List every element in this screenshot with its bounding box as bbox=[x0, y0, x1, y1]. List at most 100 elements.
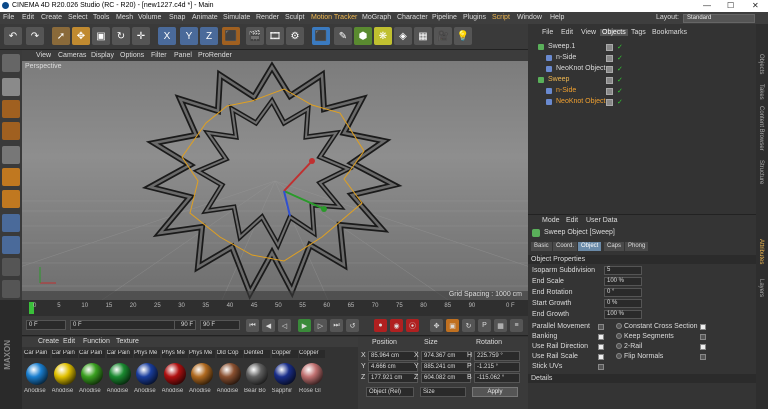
tab-attributes[interactable]: Attributes bbox=[758, 239, 764, 264]
menu-file[interactable]: File bbox=[3, 14, 14, 21]
menu-create[interactable]: Create bbox=[41, 14, 62, 21]
rotation-field[interactable]: -1.215 ° bbox=[474, 362, 520, 372]
key-pla-icon[interactable]: ▦ bbox=[494, 319, 507, 332]
coordinate-mode-select[interactable]: Object (Rel) bbox=[366, 387, 414, 397]
material-menu-texture[interactable]: Texture bbox=[116, 338, 139, 345]
obj-menu-objects[interactable]: Objects bbox=[600, 29, 628, 36]
select-tool-icon[interactable]: ➚ bbox=[52, 27, 70, 45]
enabled-check-icon[interactable]: ✓ bbox=[617, 98, 623, 106]
enabled-check-icon[interactable]: ✓ bbox=[617, 43, 623, 51]
key-position-icon[interactable]: ✥ bbox=[430, 319, 443, 332]
tab-content-browser[interactable]: Content Browser bbox=[758, 106, 764, 151]
viewport-menu-display[interactable]: Display bbox=[91, 52, 114, 59]
property-value-field[interactable]: 5 bbox=[604, 266, 642, 275]
autokey-icon[interactable]: ◉ bbox=[390, 319, 403, 332]
object-row[interactable]: Sweep ✓ bbox=[528, 75, 756, 86]
checkbox-use-rail-direction[interactable]: Use Rail Direction bbox=[532, 343, 604, 350]
camera-icon[interactable]: 🎥 bbox=[434, 27, 452, 45]
workplane-icon[interactable] bbox=[2, 122, 20, 140]
tab-structure[interactable]: Structure bbox=[758, 160, 764, 184]
tweak-icon[interactable] bbox=[2, 236, 20, 254]
cloner-icon[interactable]: ❋ bbox=[374, 27, 392, 45]
redo-icon[interactable]: ↷ bbox=[26, 27, 44, 45]
visibility-dot-icon[interactable] bbox=[606, 44, 613, 51]
viewport-menu-filter[interactable]: Filter bbox=[151, 52, 167, 59]
viewport-menu-options[interactable]: Options bbox=[120, 52, 144, 59]
scale-tool-icon[interactable]: ▣ bbox=[92, 27, 110, 45]
viewport-menu-panel[interactable]: Panel bbox=[174, 52, 192, 59]
menu-plugins[interactable]: Plugins bbox=[463, 14, 486, 21]
maximize-button[interactable]: ☐ bbox=[727, 1, 734, 10]
menu-animate[interactable]: Animate bbox=[192, 14, 218, 21]
visibility-dot-icon[interactable] bbox=[606, 99, 613, 106]
floor-icon[interactable]: ▦ bbox=[414, 27, 432, 45]
menu-help[interactable]: Help bbox=[550, 14, 564, 21]
coordinate-system-icon[interactable]: ⬛ bbox=[222, 27, 240, 45]
visibility-dot-icon[interactable] bbox=[606, 88, 613, 95]
render-settings-icon[interactable]: ⚙ bbox=[286, 27, 304, 45]
visibility-dot-icon[interactable] bbox=[606, 55, 613, 62]
current-frame-field[interactable]: 0 F bbox=[70, 320, 188, 330]
enabled-check-icon[interactable]: ✓ bbox=[617, 65, 623, 73]
deformer-icon[interactable]: ◈ bbox=[394, 27, 412, 45]
material-swatch[interactable]: Car Pain Anodise bbox=[24, 350, 50, 398]
obj-menu-tags[interactable]: Tags bbox=[631, 29, 646, 36]
menu-motion-tracker[interactable]: Motion Tracker bbox=[311, 14, 357, 21]
keyframe-selection-icon[interactable]: ⦿ bbox=[406, 319, 419, 332]
menu-pipeline[interactable]: Pipeline bbox=[432, 14, 457, 21]
points-mode-icon[interactable] bbox=[2, 146, 20, 164]
tab-phong[interactable]: Phong bbox=[625, 242, 649, 251]
play-backward-icon[interactable]: ◁ bbox=[278, 319, 291, 332]
loop-icon[interactable]: ↺ bbox=[346, 319, 359, 332]
enable-axis-icon[interactable] bbox=[2, 214, 20, 232]
play-forward-icon[interactable]: ▶ bbox=[298, 319, 311, 332]
object-row[interactable]: Sweep.1 ✓ bbox=[528, 42, 756, 53]
material-swatch[interactable]: Car Pain Anodise bbox=[106, 350, 133, 398]
make-editable-icon[interactable] bbox=[2, 54, 20, 72]
key-scale-icon[interactable]: ▣ bbox=[446, 319, 459, 332]
rotation-field[interactable]: 225.759 ° bbox=[474, 351, 520, 361]
checkbox-keep-segments[interactable]: Keep Segments bbox=[616, 333, 706, 340]
apply-button[interactable]: Apply bbox=[472, 387, 518, 397]
transform-tool-icon[interactable]: ✛ bbox=[132, 27, 150, 45]
polygons-mode-icon[interactable] bbox=[2, 190, 20, 208]
start-frame-field[interactable]: 0 F bbox=[26, 320, 66, 330]
menu-mesh[interactable]: Mesh bbox=[116, 14, 133, 21]
position-field[interactable]: 85.964 cm bbox=[368, 351, 418, 361]
record-active-icon[interactable]: ● bbox=[374, 319, 387, 332]
checkbox-stick-uvs[interactable]: Stick UVs bbox=[532, 363, 604, 370]
key-rotation-icon[interactable]: ↻ bbox=[462, 319, 475, 332]
x-axis-icon[interactable]: X bbox=[158, 27, 176, 45]
size-field[interactable]: 604.082 cm bbox=[421, 373, 471, 383]
end-frame-field[interactable]: 90 F bbox=[200, 320, 240, 330]
material-swatch[interactable]: Phys Me Anodise bbox=[134, 350, 160, 398]
layout-select[interactable]: Standard bbox=[683, 14, 755, 23]
position-field[interactable]: 4.666 cm bbox=[368, 362, 418, 372]
checkbox-constant-cross-section[interactable]: Constant Cross Section bbox=[616, 323, 706, 330]
edges-mode-icon[interactable] bbox=[2, 168, 20, 186]
material-swatch[interactable]: Old Cop Anodise bbox=[216, 350, 243, 398]
enabled-check-icon[interactable]: ✓ bbox=[617, 87, 623, 95]
enabled-check-icon[interactable]: ✓ bbox=[617, 54, 623, 62]
material-swatch[interactable]: Dented Bear Bo bbox=[244, 350, 270, 398]
tab-basic[interactable]: Basic bbox=[531, 242, 552, 251]
checkbox-use-rail-scale[interactable]: Use Rail Scale bbox=[532, 353, 604, 360]
object-row[interactable]: NeoKnot Object ✓ bbox=[528, 64, 756, 75]
enabled-check-icon[interactable]: ✓ bbox=[617, 76, 623, 84]
checkbox-flip-normals[interactable]: Flip Normals bbox=[616, 353, 706, 360]
move-tool-icon[interactable]: ✥ bbox=[72, 27, 90, 45]
menu-sculpt[interactable]: Sculpt bbox=[285, 14, 304, 21]
sweep-knot-object[interactable] bbox=[141, 61, 403, 301]
checkbox-2-rail[interactable]: 2-Rail bbox=[616, 343, 706, 350]
go-to-start-icon[interactable]: ⏮ bbox=[246, 319, 259, 332]
checkbox-banking[interactable]: Banking bbox=[532, 333, 604, 340]
checkbox-parallel-movement[interactable]: Parallel Movement bbox=[532, 323, 604, 330]
material-swatch[interactable]: Phys Me Anodise bbox=[161, 350, 188, 398]
render-picture-viewer-icon[interactable]: 🎞 bbox=[266, 27, 284, 45]
position-field[interactable]: 177.921 cm bbox=[368, 373, 418, 383]
visibility-dot-icon[interactable] bbox=[606, 77, 613, 84]
menu-window[interactable]: Window bbox=[517, 14, 542, 21]
tab-caps[interactable]: Caps bbox=[604, 242, 625, 251]
menu-snap[interactable]: Snap bbox=[169, 14, 185, 21]
menu-simulate[interactable]: Simulate bbox=[223, 14, 250, 21]
